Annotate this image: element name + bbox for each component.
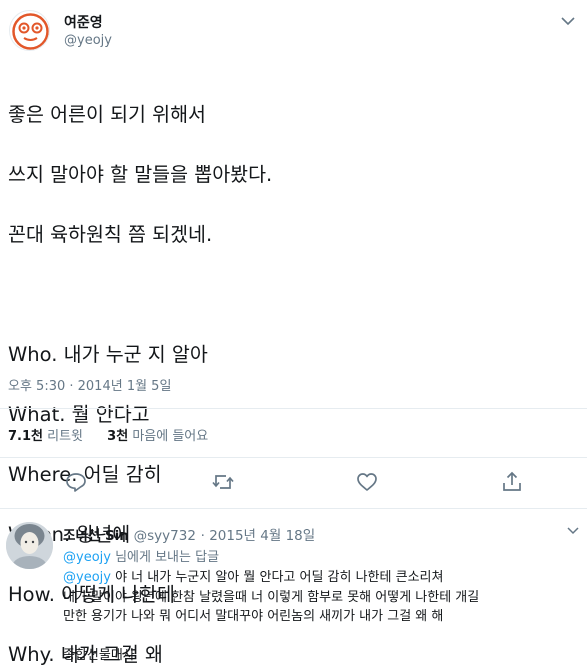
share-icon[interactable]: [500, 470, 524, 494]
like-stat-label: 마음에 들어요: [132, 429, 209, 444]
tweet-text-line: 쓰지 말아야 할 말들을 뽑아봤다.: [8, 163, 273, 186]
reply-text-fragment: 야 너 내가 누군지 알아 뭘 안다고 어딜 감히 나한테 큰소리쳐: [110, 570, 444, 585]
tweet-timestamp[interactable]: 오후 5:30 · 2014년 1월 5일: [8, 375, 171, 394]
reply-icon[interactable]: [64, 470, 88, 494]
reply-context: @yeojy 님에게 보내는 답글: [63, 546, 219, 565]
avatar-face-icon: [12, 13, 49, 50]
reply-to-mention[interactable]: @yeojy: [63, 550, 111, 565]
reply-text-line: [63, 627, 583, 647]
divider: [0, 457, 587, 458]
reply-date[interactable]: 2015년 4월 18일: [209, 528, 315, 544]
tweet-text-line: 좋은 어른이 되기 위해서: [8, 103, 206, 126]
like-stat[interactable]: 3천 마음에 들어요: [107, 425, 208, 444]
retweet-icon[interactable]: [211, 470, 235, 494]
retweet-stat-label: 리트윗: [47, 429, 84, 444]
chevron-down-icon[interactable]: [561, 16, 575, 26]
tweet-text-line: 꼰대 육하원칙 쯤 되겠네.: [8, 223, 213, 246]
reply-mention[interactable]: @yeojy: [63, 570, 111, 585]
retweet-count: 7.1천: [8, 429, 43, 444]
retweet-stat[interactable]: 7.1천 리트윗: [8, 425, 83, 444]
avatar[interactable]: [9, 10, 50, 51]
author-handle[interactable]: @yeojy: [64, 33, 112, 48]
portrait-avatar-icon: [6, 522, 53, 569]
chevron-down-icon[interactable]: [567, 526, 579, 535]
like-count: 3천: [107, 429, 129, 444]
reply-to-label: 님에게 보내는 답글: [110, 550, 220, 565]
tweet-text-line: Who. 내가 누군 지 알아: [8, 343, 208, 366]
reply-text-line: 내가 말이야 왕년에 한참 날렸을때 너 이렇게 함부로 못해 어떻게 나한테 …: [63, 589, 480, 605]
heart-icon[interactable]: [355, 470, 379, 494]
reply-author[interactable]: 조너선 Sin @syy732 · 2015년 4월 18일: [63, 524, 315, 544]
author-display-name[interactable]: 여준영: [64, 12, 103, 32]
tweet-text-line: [8, 280, 578, 310]
reply-display-name: 조너선 Sin: [63, 528, 129, 544]
reply-handle: @syy732: [133, 528, 196, 544]
reply-text: @yeojy 야 너 내가 누군지 알아 뭘 안다고 어딜 감히 나한테 큰소리…: [63, 568, 583, 666]
reply-avatar[interactable]: [6, 522, 53, 569]
reply-separator: ·: [200, 528, 210, 544]
divider: [0, 408, 587, 409]
tweet-actions: [0, 466, 587, 498]
divider: [0, 508, 587, 509]
tweet-stats: 7.1천 리트윗 3천 마음에 들어요: [8, 425, 228, 444]
reply-text-line: 만한 용기가 나와 뭐 어디서 말대꾸야 어린놈의 새끼가 내가 그걸 왜 해: [63, 609, 444, 624]
reply-text-line: 종합선물대사: [63, 648, 135, 663]
reply-text-line: @yeojy 야 너 내가 누군지 알아 뭘 안다고 어딜 감히 나한테 큰소리…: [63, 568, 583, 588]
